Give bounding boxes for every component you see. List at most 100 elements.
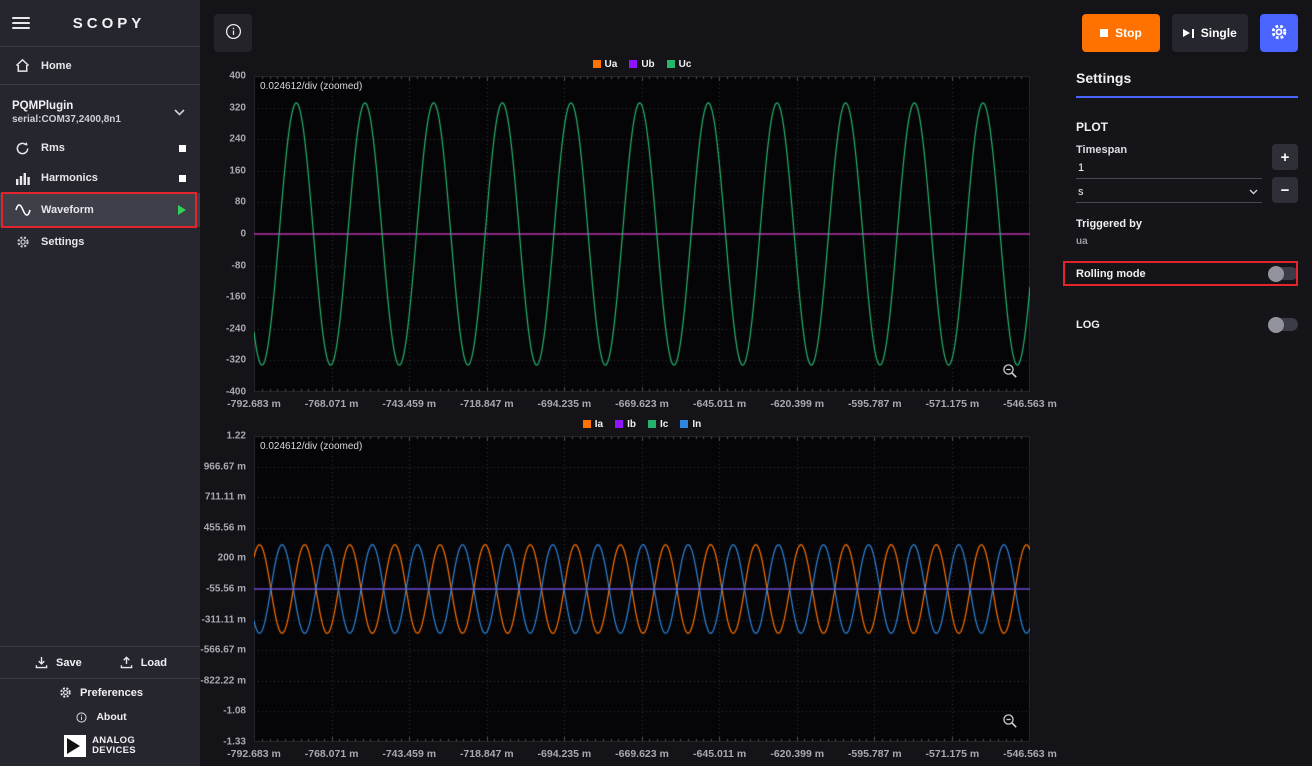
x-tick-label: -595.787 m bbox=[848, 748, 902, 760]
current-waveform-canvas[interactable] bbox=[254, 436, 1030, 742]
preferences-label: Preferences bbox=[80, 687, 143, 699]
voltage-plot-area[interactable]: 0.024612/div (zoomed) bbox=[254, 76, 1030, 392]
current-plot-area[interactable]: 0.024612/div (zoomed) bbox=[254, 436, 1030, 742]
sidebar-item-rms[interactable]: Rms bbox=[0, 133, 200, 163]
triggered-by-value[interactable]: ua bbox=[1076, 236, 1298, 250]
x-tick-label: -743.459 m bbox=[382, 748, 436, 760]
rms-stop-indicator-icon[interactable] bbox=[179, 145, 186, 152]
sidebar: SCOPY Home PQMPlugin serial:COM37,2400,8… bbox=[0, 0, 200, 766]
sidebar-header: SCOPY bbox=[0, 0, 200, 47]
stop-button[interactable]: Stop bbox=[1082, 14, 1160, 52]
hamburger-menu-icon[interactable] bbox=[12, 14, 30, 32]
running-play-icon[interactable] bbox=[178, 205, 186, 215]
current-chart: IaIbIcIn 1.22966.67 m711.11 m455.56 m200… bbox=[206, 416, 1058, 766]
x-tick-label: -620.399 m bbox=[770, 748, 824, 760]
x-tick-label: -718.847 m bbox=[460, 398, 514, 410]
load-button[interactable]: Load bbox=[118, 656, 167, 669]
x-tick-label: -546.563 m bbox=[1003, 748, 1057, 760]
y-tick-label: -311.11 m bbox=[202, 614, 246, 625]
harmonics-stop-indicator-icon[interactable] bbox=[179, 175, 186, 182]
timespan-label: Timespan bbox=[1076, 144, 1262, 156]
x-tick-label: -595.787 m bbox=[848, 398, 902, 410]
y-tick-label: -320 bbox=[226, 355, 246, 366]
legend-item-Ub[interactable]: Ub bbox=[629, 59, 654, 70]
plot-section-title: PLOT bbox=[1076, 120, 1298, 134]
zoom-out-icon[interactable] bbox=[1002, 713, 1018, 729]
home-label: Home bbox=[41, 60, 72, 72]
legend-swatch-icon bbox=[648, 420, 656, 428]
x-tick-label: -645.011 m bbox=[693, 748, 746, 760]
adi-wordmark: ANALOG DEVICES bbox=[92, 736, 136, 756]
legend-swatch-icon bbox=[593, 60, 601, 68]
legend-item-Ic[interactable]: Ic bbox=[648, 419, 668, 430]
chevron-down-icon[interactable] bbox=[171, 109, 188, 116]
single-label: Single bbox=[1201, 26, 1237, 40]
sidebar-item-waveform[interactable]: Waveform bbox=[0, 193, 200, 227]
legend-item-Ib[interactable]: Ib bbox=[615, 419, 636, 430]
x-tick-label: -669.623 m bbox=[615, 398, 669, 410]
voltage-waveform-canvas[interactable] bbox=[254, 76, 1030, 392]
y-tick-label: -1.33 bbox=[223, 737, 246, 748]
sidebar-item-harmonics[interactable]: Harmonics bbox=[0, 163, 200, 193]
harmonics-label: Harmonics bbox=[41, 172, 98, 184]
legend-label: Ub bbox=[641, 59, 654, 70]
log-toggle[interactable] bbox=[1268, 318, 1298, 331]
y-tick-label: 0 bbox=[240, 229, 246, 240]
current-zoom-scale-label: 0.024612/div (zoomed) bbox=[260, 441, 362, 452]
timespan-increment-button[interactable]: + bbox=[1272, 144, 1298, 170]
about-info-icon bbox=[73, 712, 90, 723]
timespan-decrement-button[interactable]: − bbox=[1272, 177, 1298, 203]
acquisition-controls: Stop Single bbox=[1082, 14, 1298, 52]
x-tick-label: -743.459 m bbox=[382, 398, 436, 410]
timespan-control: Timespan 1 s + − bbox=[1076, 144, 1298, 203]
sidebar-plugin-header[interactable]: PQMPlugin serial:COM37,2400,8n1 bbox=[0, 91, 200, 133]
y-tick-label: -80 bbox=[232, 260, 246, 271]
harmonics-icon bbox=[14, 171, 31, 185]
about-button[interactable]: About bbox=[0, 706, 200, 728]
zoom-out-icon[interactable] bbox=[1002, 363, 1018, 379]
load-upload-icon bbox=[118, 656, 135, 669]
y-tick-label: -566.67 m bbox=[200, 645, 246, 656]
legend-item-Uc[interactable]: Uc bbox=[667, 59, 692, 70]
settings-panel: Settings PLOT Timespan 1 s bbox=[1062, 56, 1312, 766]
save-download-icon bbox=[33, 656, 50, 669]
adi-triangle-icon bbox=[64, 735, 86, 757]
legend-swatch-icon bbox=[667, 60, 675, 68]
voltage-chart-legend: Ua Ub Uc bbox=[254, 56, 1030, 72]
plugin-serial: serial:COM37,2400,8n1 bbox=[12, 114, 121, 125]
rolling-mode-toggle[interactable] bbox=[1268, 267, 1298, 280]
preferences-gear-icon bbox=[57, 686, 74, 699]
legend-item-Ua[interactable]: Ua bbox=[593, 59, 618, 70]
x-tick-label: -768.071 m bbox=[305, 748, 359, 760]
current-x-axis: -792.683 m-768.071 m-743.459 m-718.847 m… bbox=[254, 747, 1030, 762]
plot-section: PLOT Timespan 1 s bbox=[1076, 120, 1298, 286]
y-tick-label: -160 bbox=[226, 292, 246, 303]
timespan-unit-value: s bbox=[1078, 186, 1084, 198]
legend-swatch-icon bbox=[680, 420, 688, 428]
single-button[interactable]: Single bbox=[1172, 14, 1248, 52]
sidebar-footer: Save Load Pr bbox=[0, 646, 200, 766]
stop-icon bbox=[1100, 29, 1108, 37]
legend-item-In[interactable]: In bbox=[680, 419, 701, 430]
x-tick-label: -645.011 m bbox=[693, 398, 746, 410]
timespan-input[interactable]: 1 bbox=[1076, 156, 1262, 179]
info-button[interactable] bbox=[214, 14, 252, 52]
sidebar-item-settings[interactable]: Settings bbox=[0, 227, 200, 257]
plugin-name: PQMPlugin bbox=[12, 100, 121, 112]
y-tick-label: -240 bbox=[226, 323, 246, 334]
plot-settings-button[interactable] bbox=[1260, 14, 1298, 52]
info-icon bbox=[225, 23, 242, 43]
timespan-stepper: + − bbox=[1272, 144, 1298, 203]
sidebar-item-home[interactable]: Home bbox=[0, 47, 200, 85]
x-tick-label: -694.235 m bbox=[538, 748, 592, 760]
y-tick-label: -822.22 m bbox=[200, 675, 246, 686]
x-tick-label: -694.235 m bbox=[538, 398, 592, 410]
timespan-unit-select[interactable]: s bbox=[1076, 179, 1262, 203]
legend-item-Ia[interactable]: Ia bbox=[583, 419, 603, 430]
waveform-label: Waveform bbox=[41, 204, 94, 216]
toggle-knob bbox=[1268, 266, 1284, 282]
legend-label: Ia bbox=[595, 419, 603, 430]
current-chart-legend: Ia Ib Ic In bbox=[254, 416, 1030, 432]
save-button[interactable]: Save bbox=[33, 656, 82, 669]
preferences-button[interactable]: Preferences bbox=[0, 678, 200, 706]
